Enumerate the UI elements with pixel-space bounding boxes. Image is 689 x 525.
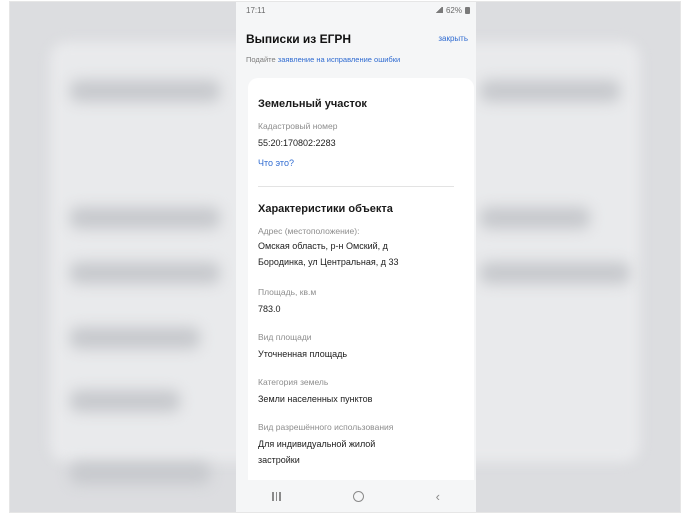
address-line-1: Омская область, р-н Омский, д — [258, 241, 388, 251]
cadastral-value: 55:20:170802:2283 — [258, 138, 336, 148]
divider — [258, 186, 454, 187]
what-is-this-link[interactable]: Что это? — [258, 158, 294, 168]
screenshot-frame: 17:11 62% Выписки из ЕГРН закрыть Подайт… — [9, 1, 681, 513]
land-category-label: Категория земель — [258, 377, 329, 387]
address-label: Адрес (местоположение): — [258, 226, 360, 236]
section-title-land: Земельный участок — [258, 98, 367, 110]
background-blur — [480, 262, 630, 284]
page-title: Выписки из ЕГРН — [246, 32, 352, 46]
background-blur — [70, 462, 210, 484]
android-nav-bar: ‹ — [236, 480, 476, 512]
phone-screen: 17:11 62% Выписки из ЕГРН закрыть Подайт… — [236, 2, 476, 512]
section-title-characteristics: Характеристики объекта — [258, 203, 393, 215]
close-link[interactable]: закрыть — [438, 34, 468, 43]
background-blur — [70, 327, 200, 349]
background-blur — [480, 207, 590, 229]
permitted-use-label: Вид разрешённого использования — [258, 422, 394, 432]
battery-level: 62% — [445, 5, 462, 15]
permitted-use-line-1: Для индивидуальной жилой — [258, 439, 376, 449]
area-value: 783.0 — [258, 304, 281, 314]
land-category-value: Земли населенных пунктов — [258, 394, 373, 404]
status-bar: 17:11 62% — [236, 2, 476, 18]
battery-icon — [465, 6, 470, 14]
back-icon[interactable]: ‹ — [436, 489, 440, 504]
background-blur — [70, 207, 220, 229]
signal-icon — [434, 7, 443, 13]
background-blur — [70, 262, 220, 284]
recent-apps-icon[interactable] — [272, 491, 281, 501]
status-icons: 62% — [434, 5, 470, 15]
address-line-2: Бородинка, ул Центральная, д 33 — [258, 257, 399, 267]
background-blur — [70, 80, 220, 102]
permitted-use-line-2: застройки — [258, 455, 300, 465]
status-time: 17:11 — [246, 5, 266, 15]
hint-text: Подайте заявление на исправление ошибки — [246, 55, 400, 64]
home-icon[interactable] — [352, 490, 364, 502]
area-type-value: Уточненная площадь — [258, 349, 348, 359]
hint-prefix: Подайте — [246, 55, 276, 64]
cadastral-label: Кадастровый номер — [258, 121, 338, 131]
background-blur — [70, 390, 180, 412]
background-blur — [480, 80, 620, 102]
area-label: Площадь, кв.м — [258, 287, 317, 297]
area-type-label: Вид площади — [258, 332, 312, 342]
extract-card: Земельный участок Кадастровый номер 55:2… — [248, 78, 474, 498]
correction-request-link[interactable]: заявление на исправление ошибки — [278, 55, 400, 64]
